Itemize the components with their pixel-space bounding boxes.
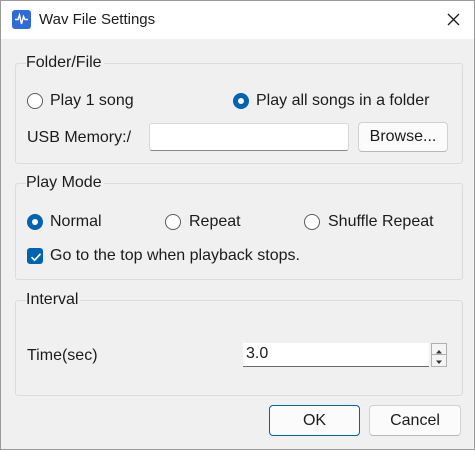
normal-label: Normal bbox=[50, 213, 102, 230]
app-icon bbox=[12, 10, 31, 29]
folder-file-group: Folder/File Play 1 song Play all songs i… bbox=[15, 54, 463, 164]
play-one-song-radio[interactable] bbox=[27, 93, 43, 109]
decrement-button[interactable] bbox=[432, 355, 446, 366]
close-button[interactable] bbox=[437, 5, 471, 35]
repeat-label: Repeat bbox=[189, 213, 241, 230]
folder-file-group-title: Folder/File bbox=[26, 54, 104, 72]
normal-radio[interactable] bbox=[27, 214, 43, 230]
play-mode-group-title: Play Mode bbox=[26, 174, 104, 192]
time-spin-buttons bbox=[431, 343, 447, 367]
play-all-songs-label: Play all songs in a folder bbox=[256, 92, 430, 109]
checkmark-icon bbox=[30, 253, 42, 262]
usb-path-input[interactable] bbox=[149, 123, 349, 151]
usb-memory-label: USB Memory:/ bbox=[27, 129, 132, 146]
shuffle-repeat-label: Shuffle Repeat bbox=[328, 213, 434, 230]
play-one-song-label: Play 1 song bbox=[50, 92, 134, 109]
play-mode-group: Play Mode Normal Repeat Shuffle Repeat G… bbox=[15, 174, 463, 280]
time-sec-label: Time(sec) bbox=[27, 347, 98, 364]
title-bar: Wav File Settings bbox=[1, 1, 474, 39]
cancel-button[interactable]: Cancel bbox=[369, 405, 461, 436]
play-all-songs-radio[interactable] bbox=[233, 93, 249, 109]
repeat-radio[interactable] bbox=[165, 214, 181, 230]
interval-group-title: Interval bbox=[26, 291, 81, 309]
ok-button[interactable]: OK bbox=[269, 405, 360, 436]
interval-group: Interval Time(sec) 3.0 bbox=[15, 291, 463, 396]
arrow-down-icon bbox=[436, 360, 442, 364]
shuffle-repeat-radio[interactable] bbox=[304, 214, 320, 230]
go-to-top-label: Go to the top when playback stops. bbox=[50, 247, 300, 264]
increment-button[interactable] bbox=[432, 344, 446, 355]
browse-button[interactable]: Browse... bbox=[358, 122, 448, 152]
window-title: Wav File Settings bbox=[39, 11, 156, 28]
wav-file-settings-dialog: Wav File Settings Folder/File Play 1 son… bbox=[0, 0, 475, 450]
go-to-top-checkbox[interactable] bbox=[27, 248, 43, 264]
close-icon bbox=[447, 13, 460, 26]
time-input[interactable]: 3.0 bbox=[243, 343, 429, 367]
